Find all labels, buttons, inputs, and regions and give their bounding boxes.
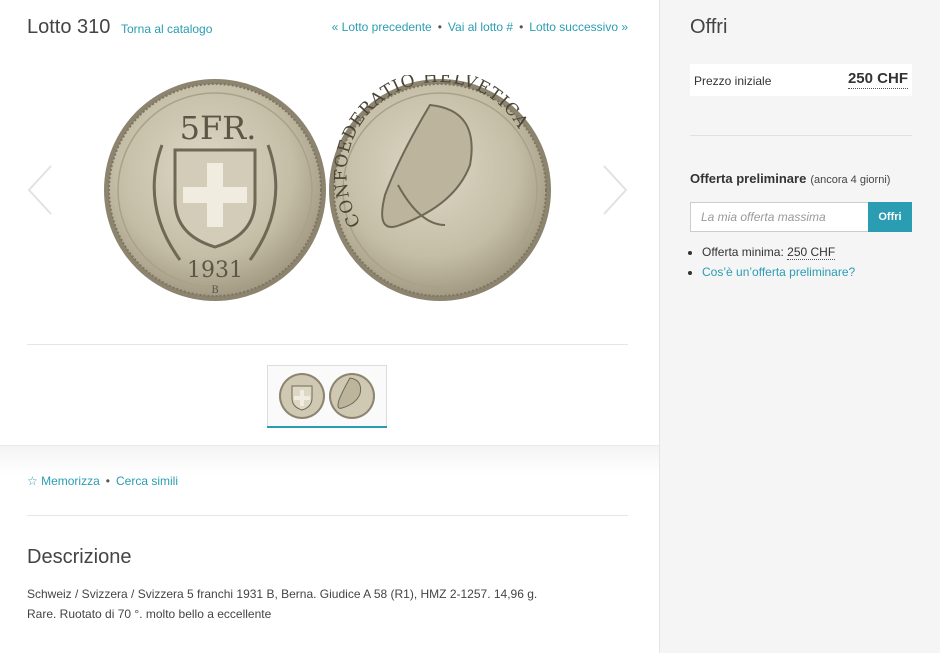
start-price-box: Prezzo iniziale 250 CHF [690, 64, 912, 96]
coin-year: 1931 [187, 258, 243, 283]
chevron-right-icon [603, 165, 628, 215]
lot-navigation: « Lotto precedente • Vai al lotto # • Lotto … [332, 20, 628, 34]
coin-image[interactable]: 5FR. 1931 B CONFOEDERATIO HELVETICA [100, 75, 555, 305]
start-price-value[interactable]: 250 CHF [847, 70, 908, 89]
coin-mint: B [211, 285, 218, 296]
memorize-link[interactable]: ☆ Memorizza [27, 474, 100, 488]
what-is-preliminary-link[interactable]: Cos’è un’offerta preliminare? [702, 265, 855, 279]
max-bid-input[interactable] [690, 202, 868, 232]
search-similar-link[interactable]: Cerca simili [116, 474, 178, 488]
divider [27, 344, 628, 345]
lot-title: Lotto 310 [27, 16, 111, 38]
previous-image-button[interactable] [25, 160, 55, 220]
lot-header: Lotto 310 Torna al catalogo « Lotto prec… [27, 16, 628, 40]
lot-main-column: Lotto 310 Torna al catalogo « Lotto prec… [0, 0, 659, 653]
thumbnail-coins [279, 373, 375, 419]
lot-actions: ☆ Memorizza • Cerca simili [27, 474, 178, 488]
goto-lot-link[interactable]: Vai al lotto # [448, 20, 513, 34]
nav-separator: • [519, 20, 524, 34]
next-lot-link[interactable]: Lotto successivo » [529, 20, 628, 34]
divider [27, 515, 628, 516]
next-image-button[interactable] [600, 160, 630, 220]
description-line: Rare. Ruotato di 70 °. molto bello a ecc… [27, 607, 272, 621]
description-title: Descrizione [27, 546, 132, 568]
image-thumbnail[interactable] [267, 365, 387, 427]
offer-title: Offri [690, 16, 728, 38]
chevron-left-icon [27, 165, 52, 215]
offer-info-list: Offerta minima: 250 CHF Cos’è un’offerta… [702, 242, 922, 282]
coin-reverse: CONFOEDERATIO HELVETICA [329, 75, 551, 301]
thumbnail-active-indicator [267, 426, 387, 428]
preliminary-offer-title: Offerta preliminare [690, 171, 807, 186]
description-text: Schweiz / Svizzera / Svizzera 5 franchi … [27, 584, 627, 624]
submit-offer-button[interactable]: Offri [868, 202, 912, 232]
min-bid-item: Offerta minima: 250 CHF [702, 242, 922, 262]
what-is-preliminary-item: Cos’è un’offerta preliminare? [702, 262, 922, 282]
action-separator: • [105, 474, 110, 488]
image-viewer: 5FR. 1931 B CONFOEDERATIO HELVETICA [27, 60, 628, 310]
nav-separator: • [437, 20, 442, 34]
previous-lot-link[interactable]: « Lotto precedente [332, 20, 432, 34]
preliminary-offer-remaining: (ancora 4 giorni) [810, 174, 891, 186]
preliminary-offer-heading: Offerta preliminare (ancora 4 giorni) [690, 171, 890, 186]
offer-sidebar: Offri Prezzo iniziale 250 CHF Offerta pr… [659, 0, 940, 653]
min-bid-value[interactable]: 250 CHF [787, 245, 836, 260]
coin-obverse: 5FR. 1931 B [104, 79, 326, 301]
description-line: Schweiz / Svizzera / Svizzera 5 franchi … [27, 587, 538, 601]
divider [690, 135, 912, 136]
min-bid-label: Offerta minima: [702, 245, 784, 259]
coin-denomination: 5FR. [180, 109, 257, 147]
back-to-catalog-link[interactable]: Torna al catalogo [121, 22, 212, 36]
start-price-label: Prezzo iniziale [694, 74, 772, 88]
section-band [0, 445, 659, 475]
